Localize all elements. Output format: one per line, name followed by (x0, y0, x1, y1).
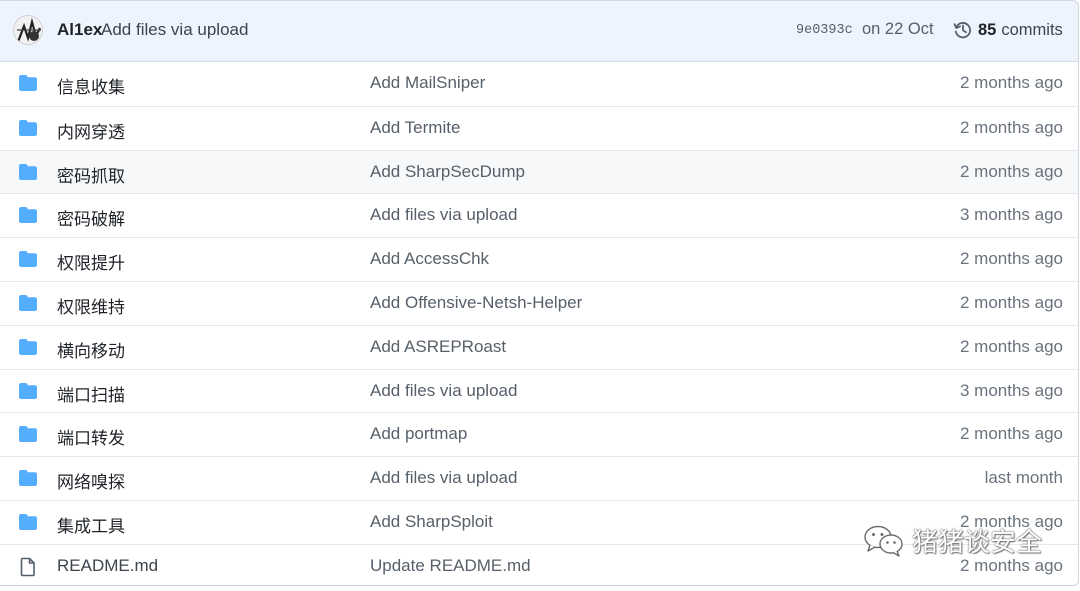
folder-name-link[interactable]: 网络嗅探 (57, 468, 125, 493)
file-row[interactable]: 密码抓取 Add SharpSecDump 2 months ago (0, 149, 1078, 194)
row-commit-message-link[interactable]: Add Offensive-Netsh-Helper (370, 293, 582, 313)
file-row[interactable]: 端口扫描 Add files via upload 3 months ago (0, 368, 1078, 413)
folder-name-link[interactable]: 端口转发 (57, 424, 125, 449)
row-commit-message-link[interactable]: Add SharpSecDump (370, 162, 525, 182)
commit-sha[interactable]: 9e0393c (796, 23, 853, 38)
file-row[interactable]: 横向移动 Add ASREPRoast 2 months ago (0, 324, 1078, 369)
commit-author[interactable]: Al1ex (57, 20, 102, 40)
commit-date: on 22 Oct (862, 20, 934, 38)
commit-message[interactable]: Add files via upload (101, 20, 248, 40)
folder-icon (18, 206, 38, 224)
file-row[interactable]: 端口转发 Add portmap 2 months ago (0, 412, 1078, 456)
folder-name-link[interactable]: 集成工具 (57, 512, 125, 537)
file-rows: 信息收集 Add MailSniper 2 months ago 内网穿透 Add Te… (0, 62, 1078, 585)
row-commit-age: 2 months ago (959, 424, 1063, 444)
file-row[interactable]: 内网穿透 Add Termite 2 months ago (0, 105, 1078, 150)
folder-icon (18, 163, 38, 181)
folder-name-link[interactable]: 密码抓取 (57, 162, 125, 187)
file-icon (18, 557, 38, 577)
row-commit-age: 3 months ago (959, 205, 1063, 225)
row-commit-age: 2 months ago (959, 249, 1063, 269)
folder-name-link[interactable]: 权限提升 (57, 249, 125, 274)
folder-name-link[interactable]: 端口扫描 (57, 381, 125, 406)
row-commit-age: 2 months ago (959, 117, 1063, 137)
latest-commit-bar: Al1ex Add files via upload 9e0393c on 22… (0, 1, 1078, 62)
folder-icon (18, 513, 38, 531)
row-commit-message-link[interactable]: Add files via upload (370, 468, 517, 488)
file-row[interactable]: 权限提升 Add AccessChk 2 months ago (0, 237, 1078, 281)
folder-icon (18, 250, 38, 268)
file-list: Al1ex Add files via upload 9e0393c on 22… (0, 0, 1079, 586)
folder-icon (18, 469, 38, 487)
row-commit-age: last month (984, 468, 1063, 488)
row-commit-message-link[interactable]: Add ASREPRoast (370, 337, 506, 357)
file-row[interactable]: 密码破解 Add files via upload 3 months ago (0, 193, 1078, 237)
commit-count: 85 (978, 20, 997, 39)
row-commit-age: 2 months ago (959, 161, 1063, 181)
row-commit-age: 2 months ago (959, 73, 1063, 92)
folder-icon (18, 382, 38, 400)
folder-icon (18, 338, 38, 356)
row-commit-message-link[interactable]: Add MailSniper (370, 73, 485, 93)
folder-name-link[interactable]: 权限维持 (57, 293, 125, 318)
folder-name-link[interactable]: 信息收集 (57, 73, 125, 98)
row-commit-age: 2 months ago (959, 292, 1063, 312)
row-commit-message-link[interactable]: Add files via upload (370, 205, 517, 225)
folder-icon (18, 74, 38, 92)
file-name-link[interactable]: README.md (57, 556, 158, 576)
folder-icon (18, 425, 38, 443)
folder-icon (18, 119, 38, 137)
folder-icon (18, 294, 38, 312)
folder-name-link[interactable]: 横向移动 (57, 337, 125, 362)
row-commit-message-link[interactable]: Add files via upload (370, 381, 517, 401)
commit-history-link[interactable]: 85 commits (953, 20, 1063, 40)
folder-name-link[interactable]: 密码破解 (57, 205, 125, 230)
file-row[interactable]: 权限维持 Add Offensive-Netsh-Helper 2 months a… (0, 280, 1078, 325)
folder-name-link[interactable]: 内网穿透 (57, 118, 125, 143)
row-commit-age: 2 months ago (959, 336, 1063, 356)
watermark: 猪猪谈安全 (862, 522, 1042, 559)
file-row[interactable]: 网络嗅探 Add files via upload last month (0, 456, 1078, 500)
author-avatar[interactable] (13, 15, 43, 45)
file-row[interactable]: 信息收集 Add MailSniper 2 months ago (0, 62, 1078, 106)
history-icon (953, 20, 973, 40)
row-commit-message-link[interactable]: Add portmap (370, 424, 467, 444)
row-commit-age: 3 months ago (959, 380, 1063, 400)
row-commit-message-link[interactable]: Add SharpSploit (370, 512, 493, 532)
commit-count-label: commits (1001, 20, 1063, 39)
row-commit-message-link[interactable]: Add Termite (370, 118, 460, 138)
wechat-icon (862, 523, 906, 559)
row-commit-message-link[interactable]: Update README.md (370, 556, 531, 576)
row-commit-message-link[interactable]: Add AccessChk (370, 249, 489, 269)
watermark-text: 猪猪谈安全 (912, 528, 1043, 558)
